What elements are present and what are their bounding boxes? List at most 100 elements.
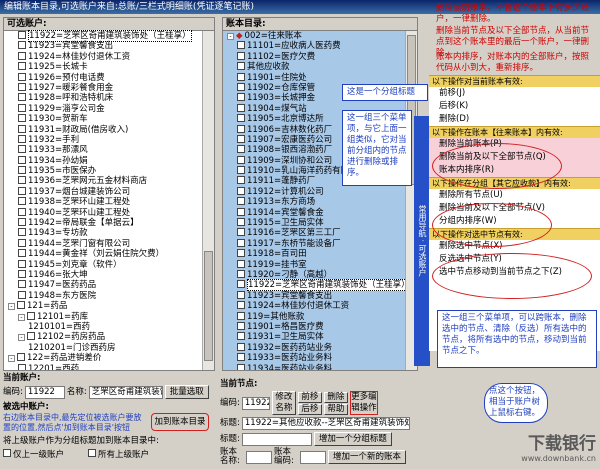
checkbox[interactable] (237, 103, 245, 112)
op-delete-all-nodes[interactable]: 删除所有节点(U) (429, 189, 600, 202)
checkbox[interactable] (18, 114, 26, 123)
available-account-row[interactable]: 11930=贺新车 (6, 114, 202, 124)
book-name-input[interactable] (246, 450, 272, 464)
node-title-field[interactable]: 11922=其他应收款--芝罘区奇甫建筑装饰处（王桂享 (241, 417, 410, 430)
checkbox[interactable] (237, 321, 245, 330)
available-account-row[interactable]: - 122=药品进销差价 (6, 353, 202, 363)
available-account-row[interactable]: 11948=东方医院 (6, 290, 202, 301)
book-account-row[interactable]: 11923=宾堂馨食支出 (225, 290, 405, 301)
checkbox[interactable] (18, 197, 26, 206)
checkbox[interactable] (18, 155, 26, 164)
book-account-row[interactable]: 11922=芝罘区奇甫建筑装饰处（王桂享） (225, 279, 411, 292)
available-account-row[interactable]: 11938=芝罘环山建工程处 (6, 197, 202, 207)
checkbox[interactable] (237, 93, 245, 102)
available-account-row[interactable]: 11947=医药药品 (6, 280, 202, 290)
checkbox[interactable] (17, 353, 25, 362)
checkbox[interactable] (237, 353, 245, 362)
available-account-row[interactable]: 1210101=西药 (6, 322, 202, 332)
checkbox[interactable] (18, 207, 26, 216)
available-account-row[interactable]: 11934=孙幼娟 (6, 155, 202, 166)
available-account-row[interactable]: 11922=芝罘区奇甫建筑装饰处（王桂享） (6, 30, 202, 42)
book-account-row[interactable]: 11917=东桥节能设备厂 (225, 238, 405, 249)
checkbox[interactable] (27, 332, 35, 341)
available-account-row[interactable]: 11935=市医保办 (6, 166, 202, 176)
checkbox[interactable] (237, 259, 245, 268)
book-account-row[interactable]: 11916=芝罘区第三工厂 (225, 228, 405, 238)
checkbox[interactable] (237, 41, 245, 50)
side-vertical-tab[interactable]: 常用导航 · 可选账户 (414, 116, 430, 366)
checkbox[interactable] (18, 186, 26, 195)
checkbox[interactable] (18, 218, 26, 227)
available-account-row[interactable]: 11933=那漂风 (6, 145, 202, 155)
book-account-row[interactable]: 11931=卫生局实体 (225, 332, 405, 342)
checkbox[interactable] (18, 51, 26, 60)
batch-select-button[interactable]: 批量选取 (164, 385, 209, 399)
checkbox[interactable] (18, 124, 26, 133)
group-title-input[interactable] (241, 432, 312, 446)
account-name-field[interactable]: 芝罘区奇甫建筑装饰 (88, 385, 163, 399)
available-account-row[interactable]: 11936=芝罘网元五金材料商店 (6, 176, 202, 186)
available-account-row[interactable]: 11942=帝局联金【单据云】 (6, 218, 202, 228)
expand-toggle-icon[interactable]: - (18, 313, 25, 321)
checkbox[interactable] (18, 145, 26, 154)
checkbox[interactable] (237, 363, 245, 370)
book-account-row[interactable]: 11101=应收病人医药费 (225, 41, 405, 51)
op-move-down[interactable]: 后移(K) (429, 100, 600, 113)
available-account-row[interactable]: 11923=宾堂馨食支出 (6, 41, 202, 51)
checkbox[interactable] (18, 259, 26, 268)
checkbox[interactable] (237, 124, 245, 133)
checkbox[interactable] (237, 249, 245, 258)
checkbox[interactable] (18, 280, 26, 289)
available-account-row[interactable]: - 12101=药库 (6, 311, 202, 322)
checkbox[interactable] (237, 176, 245, 185)
checkbox[interactable] (237, 218, 245, 227)
checkbox[interactable] (18, 166, 26, 175)
checkbox[interactable] (237, 134, 245, 143)
left-scrollbar[interactable] (202, 31, 214, 370)
checkbox[interactable] (237, 114, 245, 123)
add-to-directory-button[interactable]: 加到账本目录 (151, 413, 209, 431)
available-account-row[interactable]: 11945=刘克章（软件） (6, 259, 202, 270)
checkbox[interactable] (18, 249, 26, 258)
checkbox[interactable] (237, 155, 245, 164)
book-account-row[interactable]: 11912=计算机公司 (225, 186, 405, 197)
available-account-row[interactable]: - 121=药品 (6, 301, 202, 311)
checkbox[interactable] (237, 166, 245, 175)
checkbox[interactable] (237, 72, 245, 81)
available-account-row[interactable]: 11926=预付电话费 (6, 72, 202, 83)
add-group-title-button[interactable]: 增加一个分组标题 (313, 432, 392, 446)
available-account-row[interactable]: 11928=呼和浩特机床 (6, 93, 202, 103)
checkbox[interactable] (237, 228, 245, 237)
book-account-row[interactable]: 11918=百司田 (225, 249, 405, 259)
modify-name-button[interactable]: 修改名称 (271, 391, 296, 415)
checkbox[interactable] (18, 238, 26, 247)
expand-toggle-icon[interactable]: - (227, 33, 234, 40)
available-account-row[interactable]: 1210201=门诊西药房 (6, 343, 202, 353)
checkbox[interactable] (237, 290, 245, 299)
checkbox[interactable] (237, 51, 245, 60)
available-account-row[interactable]: 11944=芝罘门窗有限公司 (6, 238, 202, 249)
book-account-row[interactable]: 119=其他账款 (225, 311, 405, 322)
checkbox[interactable] (18, 93, 26, 102)
book-account-row[interactable]: 11933=医药站业务料 (225, 353, 405, 363)
available-account-row[interactable]: 11943=专坊款 (6, 228, 202, 238)
book-account-row[interactable]: 11901=格昌医疗费 (225, 321, 405, 332)
available-account-row[interactable]: 11924=林佳妙付退休工资 (6, 51, 202, 62)
checkbox[interactable] (237, 207, 245, 216)
book-code-input[interactable] (300, 450, 326, 464)
book-account-row[interactable]: 11924=林佳妙付退休工资 (225, 301, 405, 311)
checkbox[interactable] (237, 62, 245, 71)
account-book-tree[interactable]: - ◆ 002=往来账本 11101=应收病人医药费 11102=医疗欠费 其他应收款 11… (223, 31, 411, 370)
checkbox[interactable] (17, 301, 25, 310)
checkbox[interactable] (237, 269, 245, 278)
book-account-row[interactable]: 11914=宾堂馨食金 (225, 207, 405, 218)
available-account-row[interactable]: 11929=淄亨公司金 (6, 103, 202, 114)
node-code-field[interactable]: 11922 (241, 396, 270, 410)
available-account-row[interactable]: 11931=财政局(借房收入) (6, 124, 202, 135)
more-edit-ops-button[interactable]: 更多编辑操作 (349, 391, 378, 415)
checkbox[interactable] (18, 41, 26, 50)
available-account-row[interactable]: 11925=长城卡 (6, 62, 202, 72)
available-account-row[interactable]: 11932=手利 (6, 134, 202, 145)
available-account-row[interactable]: 11944=黄金祥（刘云娟住院欠费） (6, 249, 202, 259)
opt-all-parents[interactable]: 所有上级账户 (88, 449, 149, 461)
